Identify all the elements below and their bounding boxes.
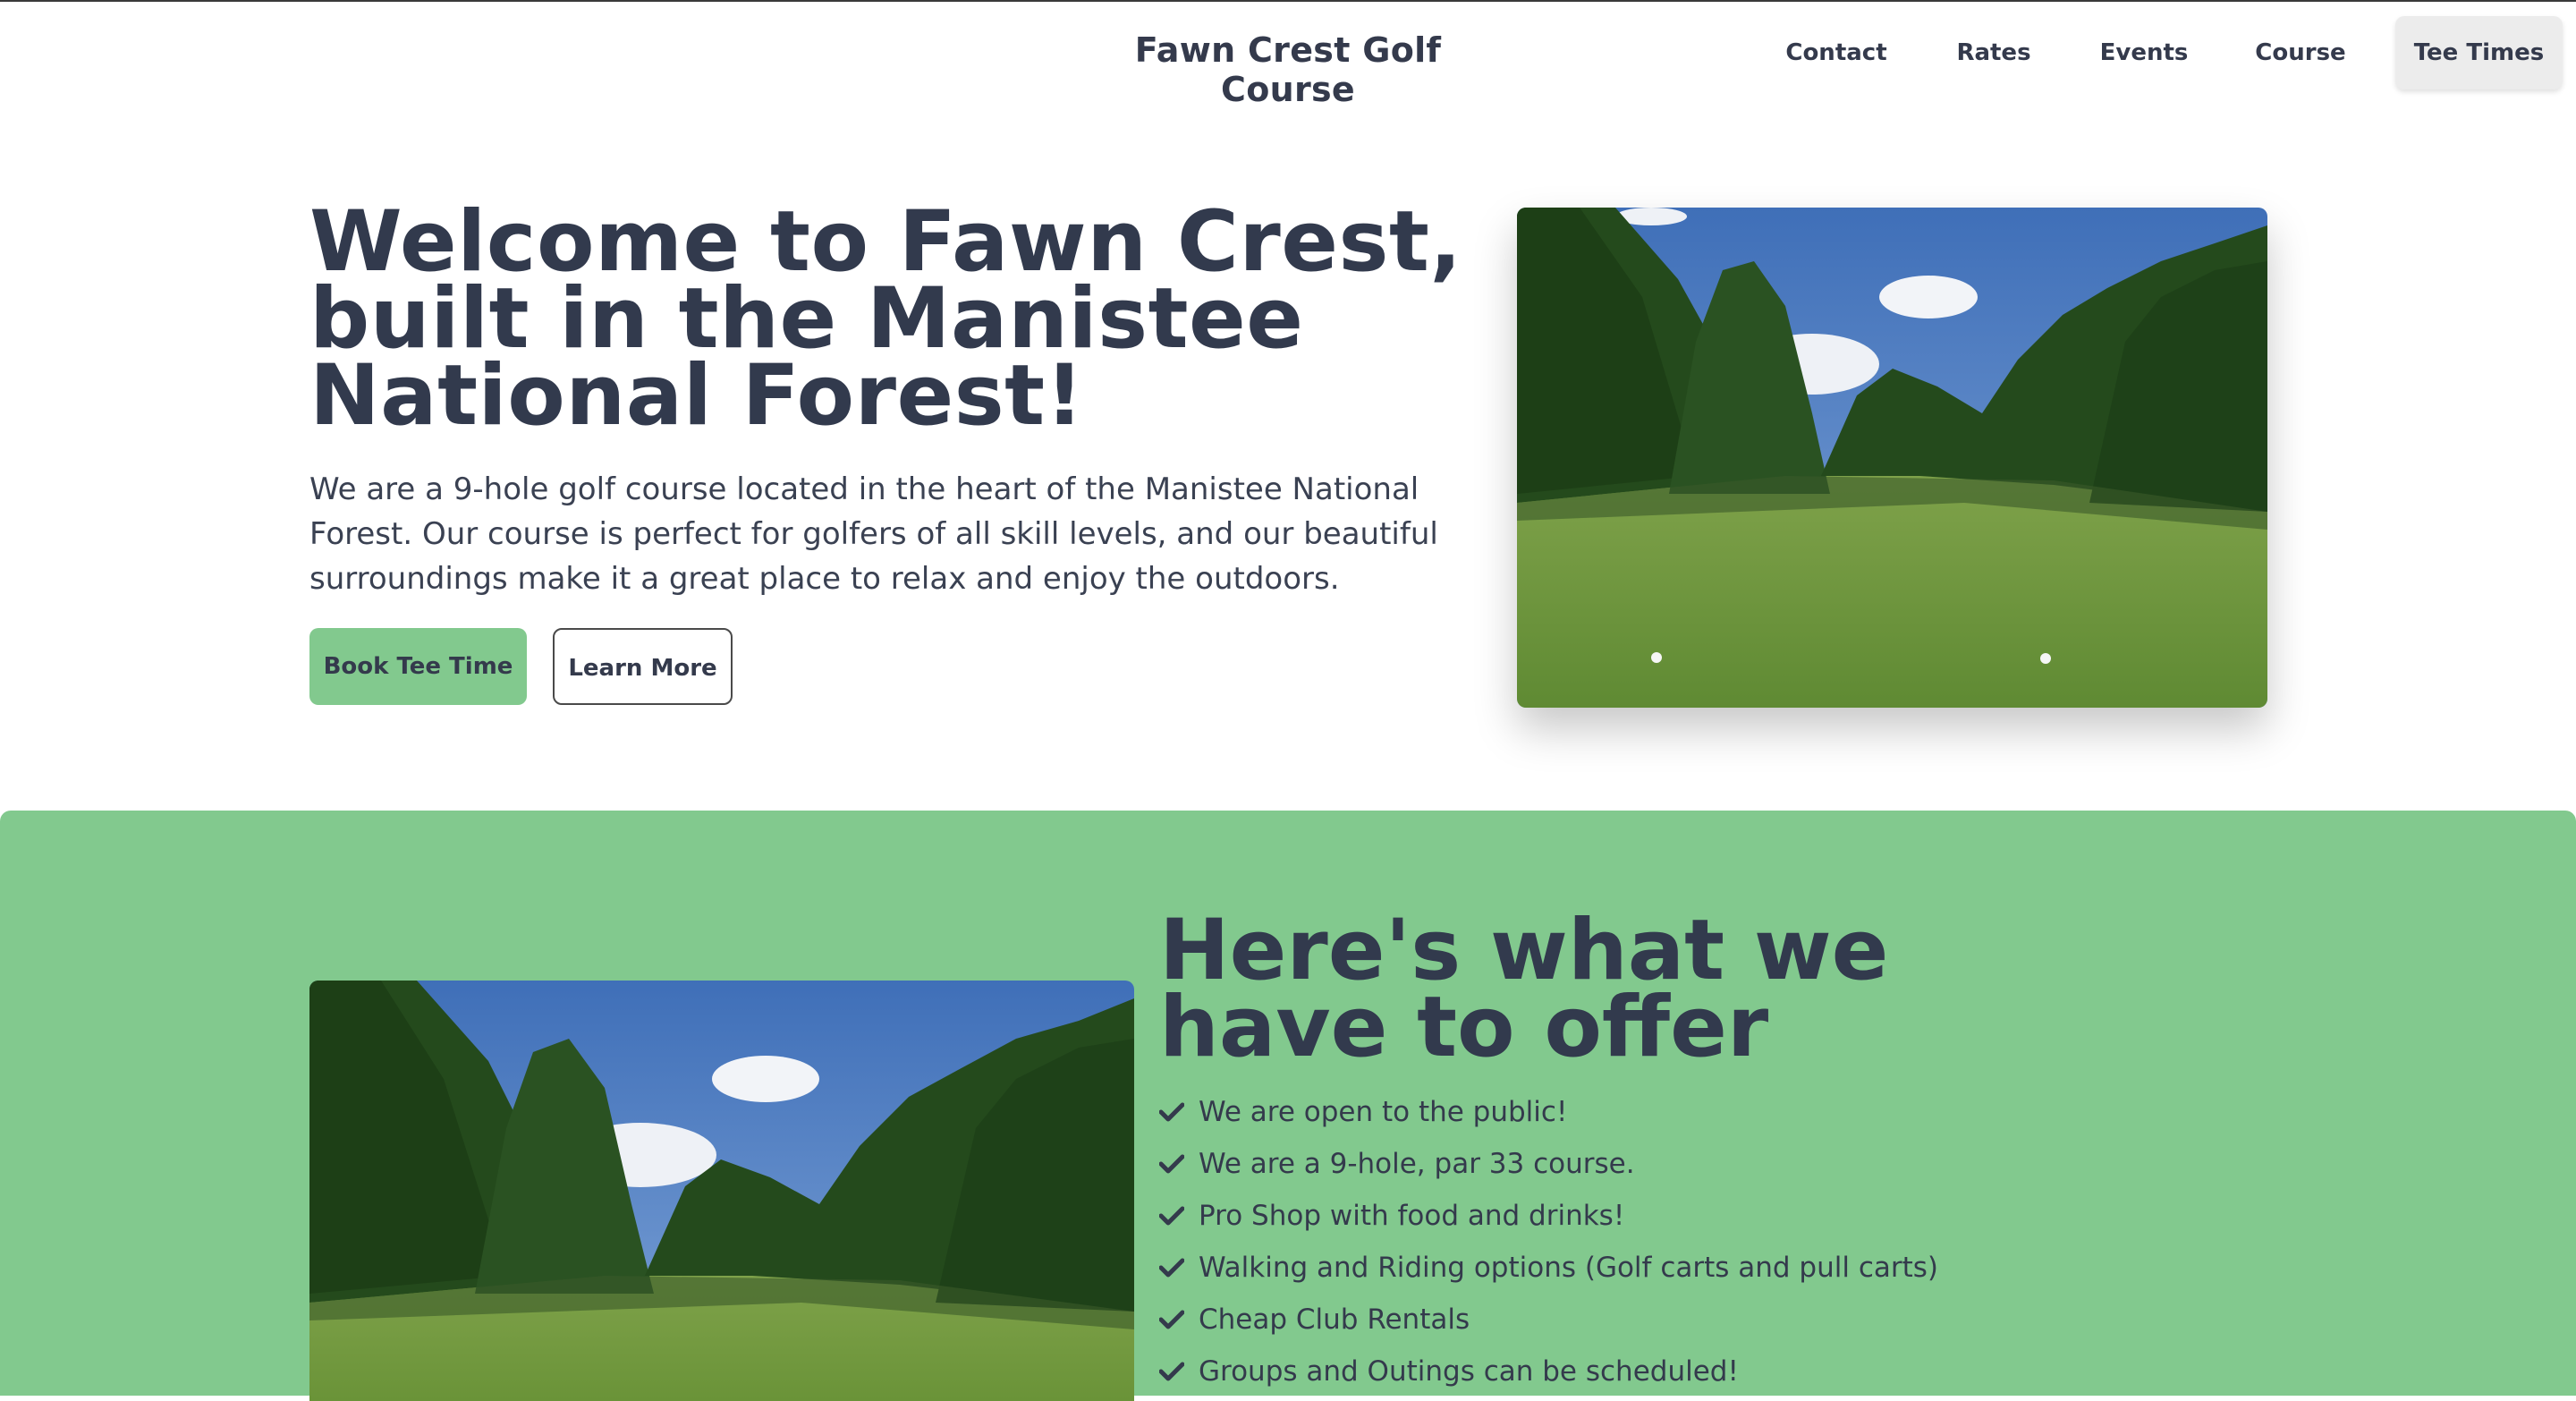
nav-rates[interactable]: Rates [1932, 16, 2055, 89]
list-item: Walking and Riding options (Golf carts a… [1159, 1245, 1938, 1297]
list-item-label: Pro Shop with food and drinks! [1199, 1200, 1625, 1232]
checkmark-icon [1159, 1349, 1186, 1394]
list-item: Pro Shop with food and drinks! [1159, 1193, 1938, 1245]
list-item: We are a 9-hole, par 33 course. [1159, 1142, 1938, 1193]
list-item-label: Walking and Riding options (Golf carts a… [1199, 1252, 1939, 1284]
list-item-label: Cheap Club Rentals [1199, 1303, 1470, 1336]
list-item: Cheap Club Rentals [1159, 1297, 1938, 1349]
offer-list: We are open to the public! We are a 9-ho… [1159, 1090, 1938, 1401]
list-item-label: We are open to the public! [1199, 1096, 1568, 1128]
list-item: Groups and Outings can be scheduled! [1159, 1349, 1938, 1401]
offer-title: Here's what we have to offer [1159, 902, 1889, 1076]
hero-title: Welcome to Fawn Crest, built in the Mani… [309, 193, 1462, 445]
list-item: We are open to the public! [1159, 1090, 1938, 1142]
checkmark-icon [1159, 1090, 1186, 1134]
list-item-label: Groups and Outings can be scheduled! [1199, 1355, 1739, 1388]
checkmark-icon [1159, 1142, 1186, 1186]
book-tee-time-button[interactable]: Book Tee Time [309, 628, 527, 705]
site-brand[interactable]: Fawn Crest Golf Course [1098, 30, 1478, 109]
hero-course-photo [1517, 208, 2267, 708]
nav-contact[interactable]: Contact [1773, 16, 1900, 89]
list-item-label: We are a 9-hole, par 33 course. [1199, 1148, 1635, 1180]
learn-more-button[interactable]: Learn More [553, 628, 733, 705]
nav-events[interactable]: Events [2088, 16, 2200, 89]
offer-course-photo [309, 981, 1134, 1401]
checkmark-icon [1159, 1297, 1186, 1342]
checkmark-icon [1159, 1193, 1186, 1238]
site-header: Fawn Crest Golf Course Contact Rates Eve… [0, 2, 2576, 109]
hero-description: We are a 9-hole golf course located in t… [309, 471, 1438, 597]
checkmark-icon [1159, 1245, 1186, 1290]
nav-tee-times[interactable]: Tee Times [2395, 16, 2563, 89]
nav-course[interactable]: Course [2234, 16, 2367, 89]
